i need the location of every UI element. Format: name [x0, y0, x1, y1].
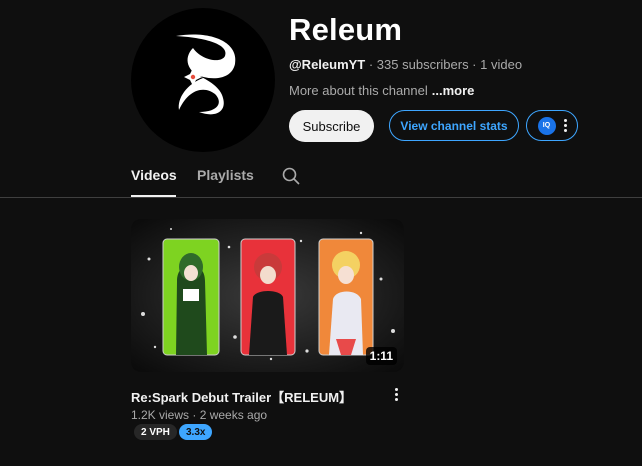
releum-logo	[176, 34, 236, 115]
tab-videos[interactable]: Videos	[131, 167, 177, 183]
channel-meta: @ReleumYT · 335 subscribers · 1 video	[289, 57, 522, 72]
video-age: 2 weeks ago	[199, 408, 268, 422]
about-more[interactable]: ...more	[432, 83, 475, 98]
video-duration: 1:11	[365, 347, 397, 365]
tab-playlists[interactable]: Playlists	[197, 167, 254, 183]
about-text: More about this channel	[289, 83, 428, 98]
video-thumbnail[interactable]: 1:11	[131, 219, 404, 372]
channel-stats: · 335 subscribers · 1 video	[365, 57, 523, 72]
video-views: 1.2K views	[131, 408, 190, 422]
about-link[interactable]: More about this channel ...more	[289, 83, 474, 98]
more-vert-icon[interactable]	[563, 119, 567, 132]
search-icon[interactable]	[281, 166, 301, 186]
vph-badge: 2 VPH	[134, 424, 177, 440]
multiplier-badge: 3.3x	[179, 424, 213, 440]
view-channel-stats-button[interactable]: View channel stats	[389, 110, 519, 141]
extension-button[interactable]: IQ	[526, 110, 578, 141]
tabs-divider	[0, 197, 642, 198]
channel-name: Releum	[289, 12, 403, 47]
extension-icon: IQ	[537, 116, 556, 135]
video-more-icon[interactable]	[395, 388, 398, 401]
subscribe-button[interactable]: Subscribe	[289, 110, 374, 142]
video-title[interactable]: Re:Spark Debut Trailer【RELEUM】	[131, 387, 352, 406]
thumbnail-image	[131, 219, 404, 372]
channel-avatar[interactable]	[131, 8, 275, 152]
video-meta: 1.2K views · 2 weeks ago	[131, 408, 268, 422]
channel-handle: @ReleumYT	[289, 57, 366, 72]
